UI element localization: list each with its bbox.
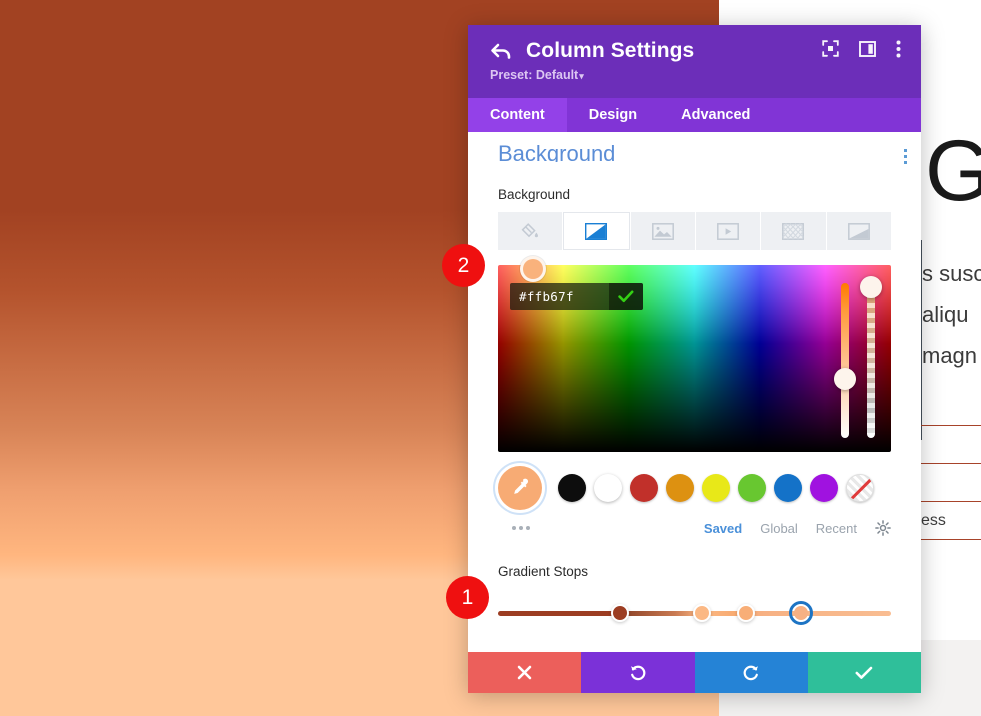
preset-selector[interactable]: Preset: Default▾ xyxy=(490,68,584,82)
redo-button[interactable] xyxy=(694,652,808,693)
gradient-stop-handle[interactable] xyxy=(690,601,714,625)
saturation-value-field[interactable] xyxy=(498,256,891,452)
color-picker xyxy=(498,256,891,452)
header-icon-group xyxy=(822,40,901,63)
list-item xyxy=(919,463,981,501)
palette-tab-group: Saved Global Recent xyxy=(704,520,891,536)
page-heading-letter: G xyxy=(925,123,981,219)
swatch-purple[interactable] xyxy=(810,474,838,502)
color-picker-meta-row: Saved Global Recent xyxy=(468,520,921,536)
gradient-stops-label: Gradient Stops xyxy=(498,564,589,579)
palette-tab-global[interactable]: Global xyxy=(760,521,798,536)
background-type-selector xyxy=(468,212,921,250)
modal-header: Column Settings Preset: Default▾ xyxy=(468,25,921,98)
background-field-label: Background xyxy=(498,187,571,202)
swatch-white[interactable] xyxy=(594,474,622,502)
step-badge-2: 2 xyxy=(442,244,485,287)
tab-advanced[interactable]: Advanced xyxy=(659,98,772,132)
swatch-black[interactable] xyxy=(558,474,586,502)
gradient-stop-handle-selected[interactable] xyxy=(788,601,813,625)
alpha-slider-handle[interactable] xyxy=(860,276,882,298)
background-video-icon[interactable] xyxy=(695,212,761,250)
background-mask-icon[interactable] xyxy=(826,212,891,250)
swatch-amber[interactable] xyxy=(666,474,694,502)
step-badge-1: 1 xyxy=(446,576,489,619)
save-button[interactable] xyxy=(807,652,921,693)
palette-tab-saved[interactable]: Saved xyxy=(704,521,742,536)
panel-layout-icon[interactable] xyxy=(859,40,876,62)
overflow-menu-icon[interactable] xyxy=(896,40,901,63)
cancel-button[interactable] xyxy=(468,652,582,693)
saturation-handle[interactable] xyxy=(520,256,546,282)
background-gradient-icon[interactable] xyxy=(563,212,630,250)
tab-content[interactable]: Content xyxy=(468,98,567,132)
hex-confirm-button[interactable] xyxy=(609,283,643,310)
paragraph-line: s susc xyxy=(922,261,981,286)
list-item xyxy=(919,425,981,463)
gradient-stops-control[interactable] xyxy=(498,601,891,627)
paragraph-line: magn xyxy=(922,343,978,368)
list-item xyxy=(919,539,981,577)
swatch-blue[interactable] xyxy=(774,474,802,502)
background-section-header: Background xyxy=(468,140,921,164)
page-paragraph: s susc aliqu magn xyxy=(922,253,981,376)
section-overflow-menu-icon[interactable] xyxy=(904,140,907,164)
background-image-icon[interactable] xyxy=(630,212,695,250)
undo-button[interactable] xyxy=(581,652,695,693)
focus-target-icon[interactable] xyxy=(822,40,839,62)
paragraph-line: aliqu xyxy=(922,302,969,327)
tab-design[interactable]: Design xyxy=(567,98,659,132)
checkmark-icon xyxy=(855,666,873,679)
background-color-icon[interactable] xyxy=(498,212,563,250)
modal-header-top: Column Settings xyxy=(490,39,905,63)
back-arrow-icon[interactable] xyxy=(490,41,512,61)
preset-label: Preset: Default xyxy=(490,68,579,82)
color-swatch-row xyxy=(468,466,921,510)
hex-input[interactable] xyxy=(510,283,609,310)
column-settings-modal: Column Settings Preset: Default▾ Content… xyxy=(468,25,921,693)
redo-icon xyxy=(743,665,759,680)
hex-input-group xyxy=(510,283,643,310)
gradient-stop-handle[interactable] xyxy=(734,601,758,625)
swatch-green[interactable] xyxy=(738,474,766,502)
section-title: Background xyxy=(498,141,616,162)
undo-icon xyxy=(630,665,646,680)
swatch-red[interactable] xyxy=(630,474,658,502)
close-icon xyxy=(517,665,532,680)
modal-action-bar xyxy=(468,652,921,693)
hue-slider[interactable] xyxy=(834,283,856,438)
background-pattern-icon[interactable] xyxy=(761,212,826,250)
eyedropper-button[interactable] xyxy=(498,466,542,510)
more-swatches-icon[interactable] xyxy=(512,526,530,530)
list-item: ess xyxy=(919,501,981,539)
gear-icon[interactable] xyxy=(875,520,891,536)
chevron-down-icon: ▾ xyxy=(579,71,584,81)
palette-tab-recent[interactable]: Recent xyxy=(816,521,857,536)
swatch-yellow[interactable] xyxy=(702,474,730,502)
alpha-slider[interactable] xyxy=(860,276,882,438)
page-list: ess xyxy=(919,425,981,626)
modal-body: Background Background #ffb67f Saved Glob… xyxy=(468,132,921,643)
page-title: Column Settings xyxy=(526,39,695,62)
swatch-transparent[interactable] xyxy=(846,474,874,502)
gradient-stop-handle[interactable] xyxy=(608,601,632,625)
modal-tab-bar: Content Design Advanced xyxy=(468,98,921,132)
hue-slider-handle[interactable] xyxy=(834,368,856,390)
